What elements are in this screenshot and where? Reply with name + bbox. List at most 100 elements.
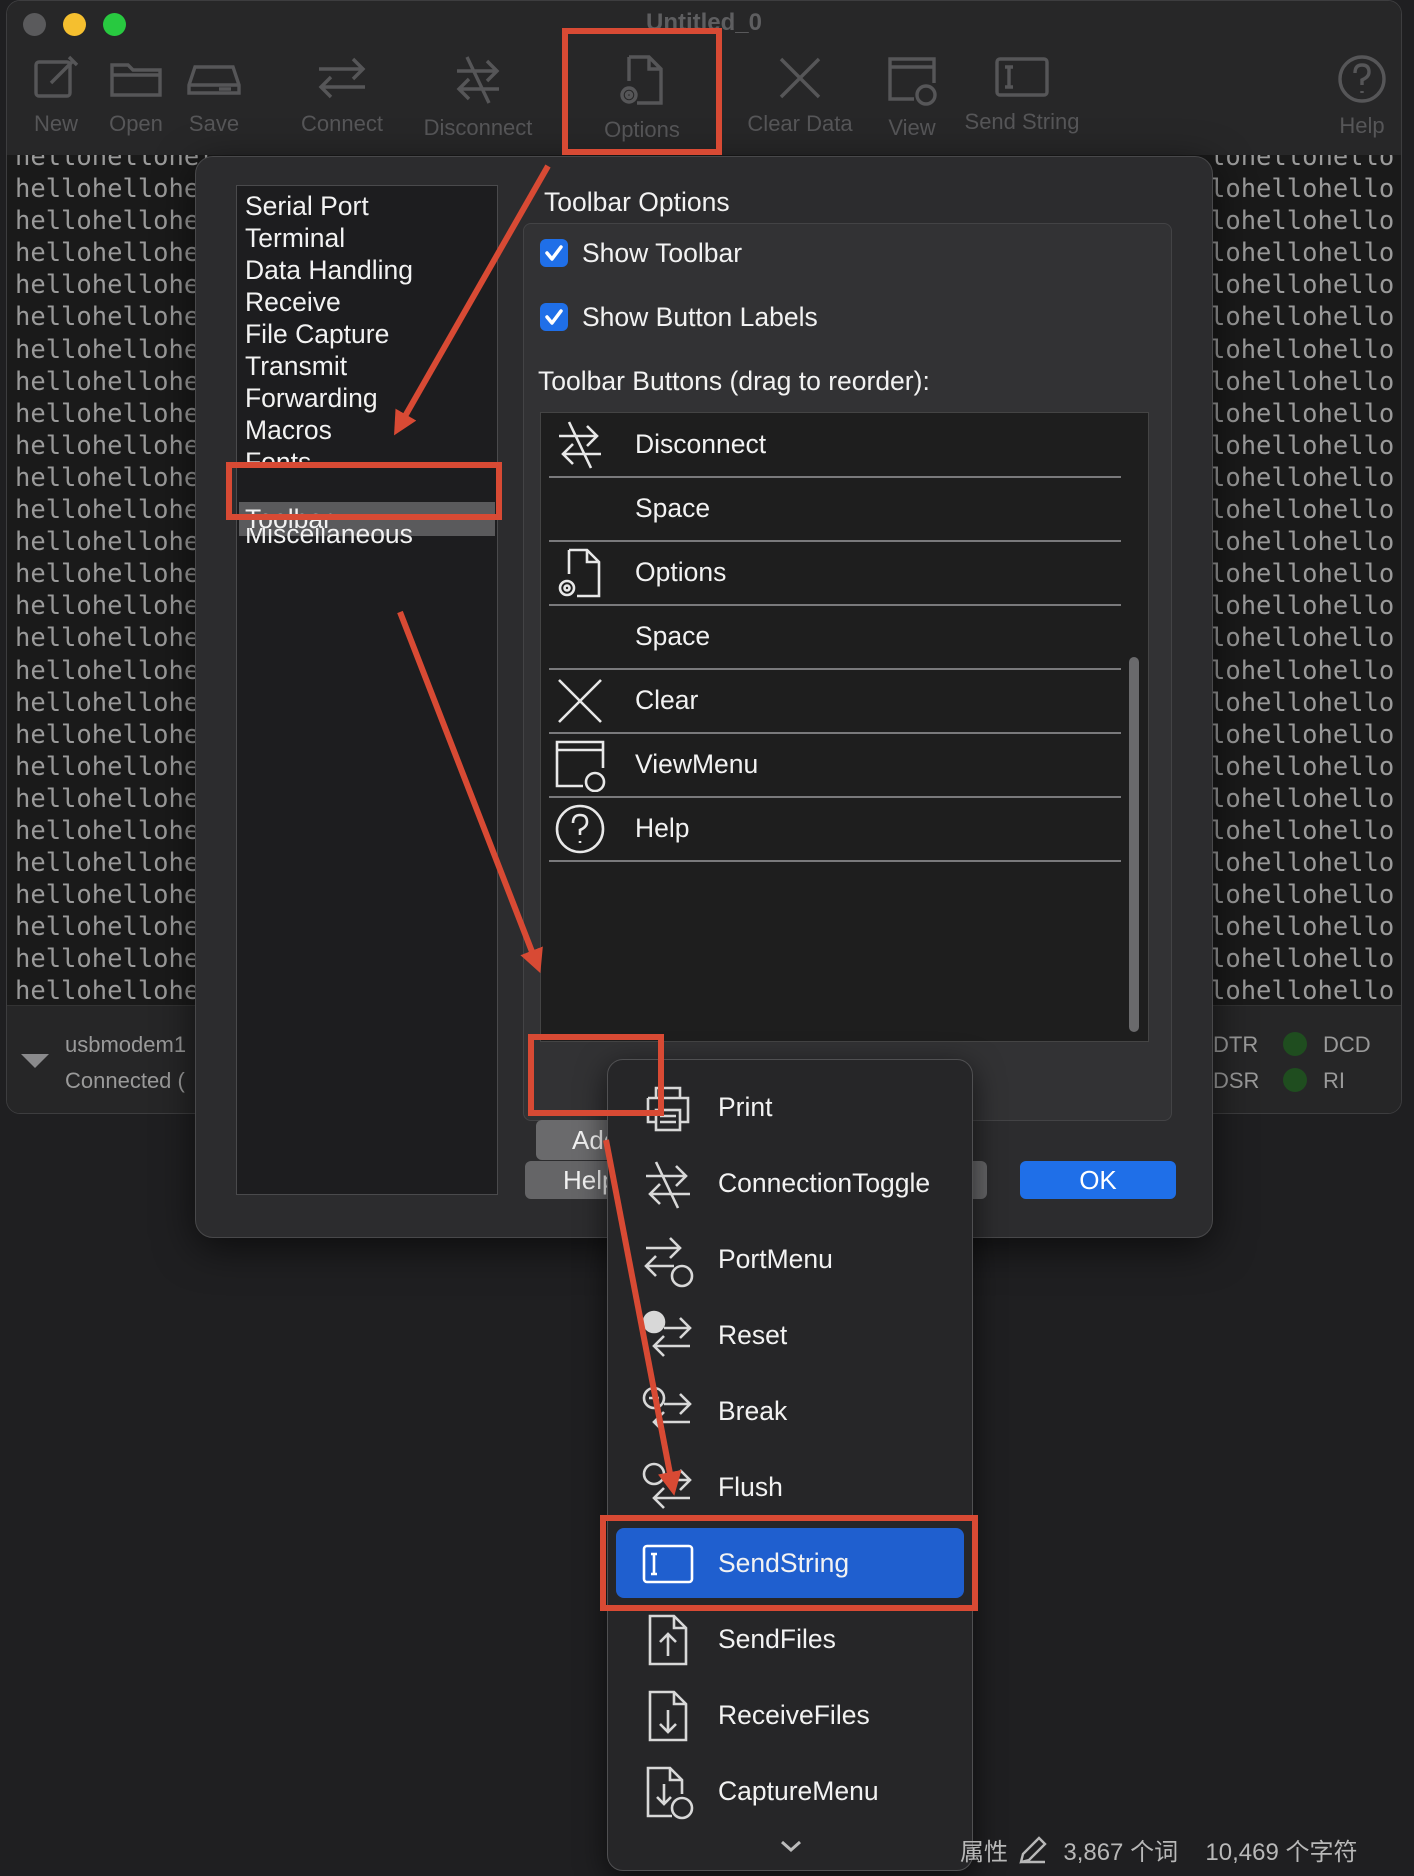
add-button-menu: Print ConnectionToggle PortMenu Reset Br… bbox=[607, 1059, 973, 1871]
toolbar-view-button[interactable]: View bbox=[877, 53, 947, 141]
disconnect-arrows-icon bbox=[553, 418, 607, 472]
show-button-labels-checkbox[interactable] bbox=[540, 303, 568, 331]
terminal-right-text: lohellohello lohellohello lohellohello l… bbox=[1210, 155, 1395, 1005]
folder-icon bbox=[110, 63, 162, 97]
menu-item-capture-menu[interactable]: CaptureMenu bbox=[616, 1756, 964, 1826]
category-serial-port[interactable]: Serial Port bbox=[245, 190, 369, 222]
disconnect-arrows-icon bbox=[456, 56, 500, 104]
list-item-label: Options bbox=[635, 557, 727, 587]
menu-item-port-menu[interactable]: PortMenu bbox=[616, 1224, 964, 1294]
list-item[interactable]: Clear bbox=[549, 669, 1121, 734]
dcd-indicator bbox=[1283, 1032, 1307, 1056]
disconnect-arrows-icon bbox=[640, 1156, 696, 1212]
toolbar-open-label: Open bbox=[109, 111, 163, 136]
toolbar-help-button[interactable]: Help bbox=[1327, 53, 1397, 139]
ok-button[interactable]: OK bbox=[1020, 1161, 1176, 1199]
question-circle-icon bbox=[553, 802, 607, 856]
toolbar-disconnect-label: Disconnect bbox=[423, 115, 533, 140]
port-name: usbmodem1 bbox=[65, 1032, 187, 1057]
toolbar-connect-label: Connect bbox=[301, 111, 383, 136]
menu-item-reset[interactable]: Reset bbox=[616, 1300, 964, 1370]
menu-item-receive-files[interactable]: ReceiveFiles bbox=[616, 1680, 964, 1750]
category-terminal[interactable]: Terminal bbox=[245, 222, 345, 254]
drive-icon bbox=[187, 65, 241, 95]
toolbar-new-label: New bbox=[33, 111, 78, 136]
checkmark-icon bbox=[545, 309, 563, 325]
toolbar-view-label: View bbox=[888, 115, 936, 140]
show-button-labels-label[interactable]: Show Button Labels bbox=[582, 302, 818, 333]
toolbar-new-button[interactable]: New bbox=[21, 53, 91, 137]
category-transmit[interactable]: Transmit bbox=[245, 350, 347, 382]
word-count: 3,867 个词 bbox=[1063, 1839, 1179, 1866]
list-item-label: Disconnect bbox=[635, 429, 767, 459]
disclosure-triangle-icon[interactable] bbox=[21, 1054, 49, 1068]
x-icon bbox=[779, 57, 821, 99]
arrows-flush-icon bbox=[640, 1460, 696, 1516]
toolbar-send-string-button[interactable]: Send String bbox=[957, 53, 1087, 135]
menu-item-break[interactable]: Break bbox=[616, 1376, 964, 1446]
category-miscellaneous[interactable]: Miscellaneous bbox=[245, 528, 413, 560]
toolbar-buttons-list[interactable]: Disconnect Space Options Space Clear Vie… bbox=[540, 412, 1149, 1042]
show-toolbar-label[interactable]: Show Toolbar bbox=[582, 238, 742, 269]
ri-indicator bbox=[1283, 1068, 1307, 1092]
x-icon bbox=[553, 674, 607, 728]
menu-item-label: Print bbox=[718, 1092, 773, 1122]
list-scrollbar[interactable] bbox=[1129, 657, 1139, 1032]
list-item[interactable]: Space bbox=[549, 477, 1121, 542]
question-circle-icon bbox=[1338, 55, 1386, 103]
toolbar-help-label: Help bbox=[1339, 113, 1385, 138]
category-macros[interactable]: Macros bbox=[245, 414, 332, 446]
menu-item-connection-toggle[interactable]: ConnectionToggle bbox=[616, 1148, 964, 1218]
dsr-label: DSR bbox=[1213, 1068, 1260, 1093]
document-upload-icon bbox=[640, 1612, 696, 1668]
menu-item-label: Flush bbox=[718, 1472, 783, 1502]
toolbar-open-button[interactable]: Open bbox=[101, 53, 171, 137]
menu-item-send-files[interactable]: SendFiles bbox=[616, 1604, 964, 1674]
menu-item-label: Break bbox=[718, 1396, 788, 1426]
list-item[interactable]: Options bbox=[549, 541, 1121, 606]
ri-label: RI bbox=[1323, 1068, 1345, 1093]
list-item[interactable]: Space bbox=[549, 605, 1121, 670]
toolbar-disconnect-button[interactable]: Disconnect bbox=[415, 53, 541, 141]
annotation-box-toolbar-category bbox=[226, 462, 502, 520]
window-more-icon bbox=[888, 57, 937, 106]
list-item[interactable]: ViewMenu bbox=[549, 733, 1121, 798]
category-file-capture[interactable]: File Capture bbox=[245, 318, 389, 350]
menu-item-label: SendFiles bbox=[718, 1624, 836, 1654]
pencil-icon[interactable] bbox=[1015, 1836, 1057, 1867]
character-count: 10,469 个字符 bbox=[1205, 1839, 1358, 1866]
toolbar-clear-data-label: Clear Data bbox=[747, 111, 853, 136]
category-list[interactable]: Serial Port Terminal Data Handling Recei… bbox=[236, 185, 498, 1195]
category-receive[interactable]: Receive bbox=[245, 286, 341, 318]
chevron-down-icon[interactable] bbox=[778, 1838, 804, 1859]
properties-label[interactable]: 属性 bbox=[960, 1839, 1008, 1866]
menu-item-label: Reset bbox=[718, 1320, 788, 1350]
menu-item-label: CaptureMenu bbox=[718, 1776, 879, 1806]
document-gear-icon bbox=[553, 546, 607, 600]
document-download-icon bbox=[640, 1688, 696, 1744]
menu-item-print[interactable]: Print bbox=[616, 1072, 964, 1142]
dtr-label: DTR bbox=[1213, 1032, 1259, 1057]
dcd-label: DCD bbox=[1323, 1032, 1371, 1057]
list-item[interactable]: Disconnect bbox=[549, 413, 1121, 478]
connection-status: Connected ( bbox=[65, 1068, 185, 1093]
category-forwarding[interactable]: Forwarding bbox=[245, 382, 378, 414]
list-item-label: Clear bbox=[635, 685, 699, 715]
text-cursor-box-icon bbox=[995, 57, 1049, 97]
show-toolbar-checkbox[interactable] bbox=[540, 239, 568, 267]
toolbar-connect-button[interactable]: Connect bbox=[297, 53, 387, 137]
toolbar-clear-data-button[interactable]: Clear Data bbox=[735, 53, 865, 137]
list-item[interactable]: Help bbox=[549, 797, 1121, 862]
help-button[interactable]: Help bbox=[525, 1161, 620, 1199]
menu-item-label: PortMenu bbox=[718, 1244, 833, 1274]
list-item-label: Help bbox=[635, 813, 690, 843]
new-document-icon bbox=[34, 55, 79, 98]
arrows-stop-icon bbox=[640, 1384, 696, 1440]
menu-item-flush[interactable]: Flush bbox=[616, 1452, 964, 1522]
category-data-handling[interactable]: Data Handling bbox=[245, 254, 413, 286]
word-count-bar: 属性 3,867 个词 10,469 个字符 bbox=[960, 1832, 1358, 1872]
toolbar-save-button[interactable]: Save bbox=[179, 53, 249, 137]
annotation-box-options bbox=[562, 28, 722, 155]
menu-item-label: ReceiveFiles bbox=[718, 1700, 870, 1730]
menu-item-label: ConnectionToggle bbox=[718, 1168, 931, 1198]
